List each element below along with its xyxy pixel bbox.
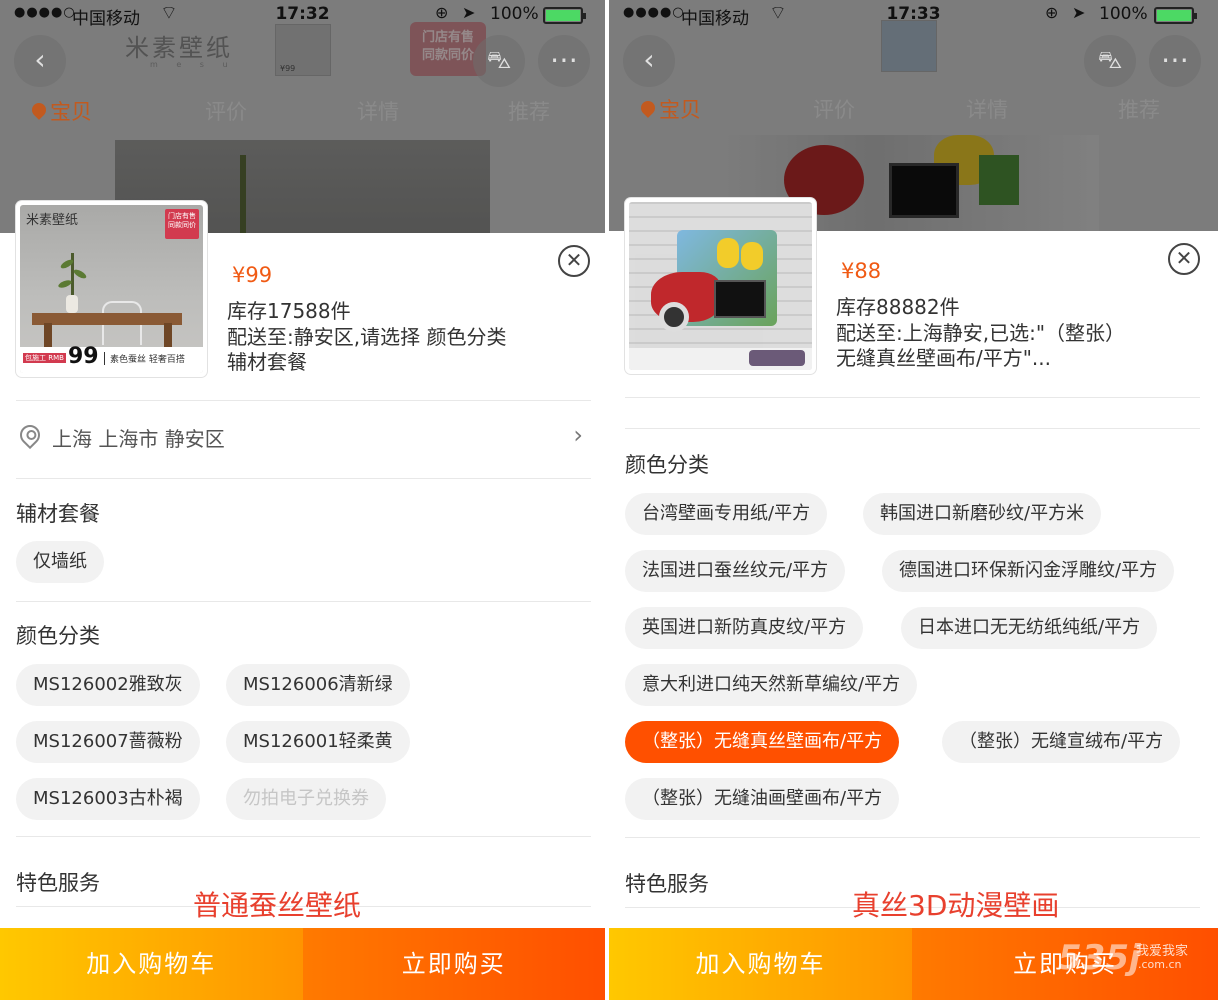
color-option-disabled: 勿拍电子兑换券 bbox=[226, 778, 386, 820]
color-option[interactable]: 法国进口蚕丝纹元/平方 bbox=[625, 550, 846, 592]
site-watermark-mark: 535j bbox=[1058, 938, 1141, 978]
phone-screenshot-right: ●●●●○ 中国移动 ⌔ 17:33 ⊕ ➤ 100% ‹ ⛍ ⋯ 宝贝 评价 … bbox=[609, 0, 1218, 1000]
caption-overlay: 普通蚕丝壁纸 bbox=[193, 889, 362, 922]
address-text: 上海 上海市 静安区 bbox=[52, 427, 225, 451]
back-button[interactable]: ‹ bbox=[623, 35, 675, 87]
chevron-right-icon: › bbox=[573, 421, 583, 449]
product-image-slogan: 素色蚕丝 轻奢百搭 bbox=[104, 352, 185, 365]
divider bbox=[625, 397, 1200, 398]
color-option[interactable]: 日本进口无无纺纸纯纸/平方 bbox=[901, 607, 1158, 649]
divider bbox=[16, 836, 591, 837]
battery-icon bbox=[543, 7, 586, 24]
material-option[interactable]: 仅墙纸 bbox=[16, 541, 104, 583]
location-icon: ➤ bbox=[1072, 3, 1086, 22]
site-watermark-line2: .com.cn bbox=[1138, 958, 1182, 971]
tab-recommend[interactable]: 推荐 bbox=[508, 96, 550, 126]
tab-item[interactable]: 宝贝 bbox=[638, 94, 701, 124]
battery-percent: 100% bbox=[1099, 4, 1148, 24]
cart-button[interactable]: ⛍ bbox=[1084, 35, 1136, 87]
rotation-lock-icon: ⊕ bbox=[435, 3, 449, 22]
more-button[interactable]: ⋯ bbox=[1149, 35, 1201, 87]
color-option[interactable]: 英国进口新防真皮纹/平方 bbox=[625, 607, 864, 649]
divider bbox=[625, 428, 1200, 429]
color-option[interactable]: 韩国进口新磨砂纹/平方米 bbox=[863, 493, 1102, 535]
location-pin-icon bbox=[29, 100, 49, 120]
tab-reviews[interactable]: 评价 bbox=[205, 96, 247, 126]
location-pin-icon bbox=[638, 98, 658, 118]
nav-tabs: 宝贝 评价 详情 推荐 bbox=[609, 94, 1218, 126]
section-title-services: 特色服务 bbox=[16, 871, 100, 895]
color-option[interactable]: MS126006清新绿 bbox=[226, 664, 410, 706]
sku-stock: 库存17588件 bbox=[227, 299, 351, 323]
address-row[interactable]: 上海 上海市 静安区 › bbox=[15, 411, 591, 479]
color-option[interactable]: 台湾壁画专用纸/平方 bbox=[625, 493, 828, 535]
tab-recommend[interactable]: 推荐 bbox=[1118, 94, 1160, 124]
sku-sheet: 米素壁纸 门店有售 同款同价 包施工 RMB 99 素色蚕丝 轻奢百搭 ¥99 库… bbox=[0, 201, 605, 928]
section-title-colors: 颜色分类 bbox=[16, 624, 100, 648]
product-image-price: 包施工 RMB 99 bbox=[23, 344, 99, 369]
tab-item[interactable]: 宝贝 bbox=[29, 96, 92, 126]
color-option-selected[interactable]: （整张）无缝真丝壁画布/平方 bbox=[625, 721, 900, 763]
tab-reviews[interactable]: 评价 bbox=[813, 94, 855, 124]
section-title-services: 特色服务 bbox=[625, 872, 709, 896]
product-thumbnail[interactable] bbox=[625, 198, 816, 374]
nav-tabs: 宝贝 评价 详情 推荐 bbox=[0, 96, 605, 128]
buy-now-button[interactable]: 立即购买 bbox=[302, 928, 605, 1000]
location-icon: ➤ bbox=[462, 3, 476, 22]
divider bbox=[625, 837, 1200, 838]
phone-screenshot-left: 米素壁纸 m e s u ¥99 门店有售 同款同价 ●●●●○ 中国移动 ⌔ … bbox=[0, 0, 605, 1000]
section-title-materials: 辅材套餐 bbox=[16, 502, 100, 526]
cart-button[interactable]: ⛍ bbox=[473, 35, 525, 87]
color-option[interactable]: MS126001轻柔黄 bbox=[226, 721, 410, 763]
tab-details[interactable]: 详情 bbox=[357, 96, 399, 126]
tab-details[interactable]: 详情 bbox=[966, 94, 1008, 124]
divider bbox=[16, 478, 591, 479]
add-to-cart-button[interactable]: 加入购物车 bbox=[609, 928, 912, 1000]
location-outline-icon bbox=[15, 420, 45, 450]
sku-stock: 库存88882件 bbox=[836, 295, 960, 319]
battery-icon bbox=[1154, 7, 1197, 24]
rotation-lock-icon: ⊕ bbox=[1045, 3, 1059, 22]
site-watermark-line1: 我爱我家 bbox=[1136, 944, 1189, 959]
battery-percent: 100% bbox=[490, 4, 539, 24]
color-option[interactable]: MS126007蔷薇粉 bbox=[16, 721, 200, 763]
product-image bbox=[629, 202, 812, 370]
product-image-logo: 米素壁纸 bbox=[26, 213, 79, 228]
sku-delivery-info: 配送至:静安区,请选择 颜色分类 辅材套餐 bbox=[227, 325, 507, 374]
color-option[interactable]: （整张）无缝油画壁画布/平方 bbox=[625, 778, 900, 820]
section-title-colors: 颜色分类 bbox=[625, 453, 709, 477]
add-to-cart-button[interactable]: 加入购物车 bbox=[0, 928, 303, 1000]
back-button[interactable]: ‹ bbox=[14, 35, 66, 87]
sku-sheet: ¥88 库存88882件 配送至:上海静安,已选:"（整张）无缝真丝壁画布/平方… bbox=[609, 198, 1218, 926]
more-button[interactable]: ⋯ bbox=[538, 35, 590, 87]
sku-delivery-info: 配送至:上海静安,已选:"（整张）无缝真丝壁画布/平方"... bbox=[836, 321, 1126, 370]
color-option[interactable]: MS126003古朴褐 bbox=[16, 778, 200, 820]
status-bar: ●●●●○ 中国移动 ⌔ 17:33 ⊕ ➤ 100% bbox=[609, 0, 1218, 30]
close-icon[interactable]: ✕ bbox=[1168, 243, 1200, 275]
color-option[interactable]: MS126002雅致灰 bbox=[16, 664, 200, 706]
color-option[interactable]: 意大利进口纯天然新草编纹/平方 bbox=[625, 664, 918, 706]
sku-price: ¥99 bbox=[232, 263, 273, 287]
close-icon[interactable]: ✕ bbox=[558, 245, 590, 277]
action-bar: 加入购物车 立即购买 bbox=[0, 928, 605, 1000]
product-thumbnail[interactable]: 米素壁纸 门店有售 同款同价 包施工 RMB 99 素色蚕丝 轻奢百搭 bbox=[16, 201, 207, 377]
divider bbox=[16, 400, 591, 401]
color-option[interactable]: 德国进口环保新闪金浮雕纹/平方 bbox=[882, 550, 1175, 592]
product-image-badge: 门店有售 同款同价 bbox=[165, 209, 199, 239]
status-bar: ●●●●○ 中国移动 ⌔ 17:32 ⊕ ➤ 100% bbox=[0, 0, 605, 30]
divider bbox=[16, 601, 591, 602]
product-image: 米素壁纸 门店有售 同款同价 包施工 RMB 99 素色蚕丝 轻奢百搭 bbox=[20, 205, 203, 373]
color-option[interactable]: （整张）无缝宣绒布/平方 bbox=[942, 721, 1181, 763]
caption-overlay: 真丝3D动漫壁画 bbox=[852, 889, 1060, 922]
site-watermark-logo: 535j 我爱我家 .com.cn bbox=[1058, 938, 1208, 988]
sku-price: ¥88 bbox=[841, 259, 882, 283]
